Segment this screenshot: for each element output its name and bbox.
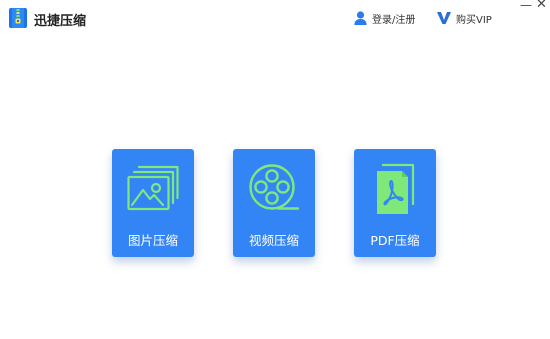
pdf-compress-card[interactable]: PDF压缩 bbox=[354, 149, 436, 257]
user-icon bbox=[354, 11, 367, 25]
buy-vip-link[interactable]: 购买VIP bbox=[437, 9, 492, 27]
image-compress-card[interactable]: 图片压缩 bbox=[112, 149, 194, 257]
vip-v-icon bbox=[437, 12, 451, 24]
minimize-button[interactable]: — bbox=[520, 0, 532, 12]
app-title: 迅捷压缩 bbox=[34, 14, 87, 29]
film-reel-icon bbox=[249, 164, 300, 210]
zip-file-icon bbox=[9, 8, 27, 28]
image-stack-icon bbox=[127, 165, 179, 211]
pdf-file-icon bbox=[377, 163, 415, 214]
buy-vip-label: 购买VIP bbox=[456, 14, 492, 26]
login-register-link[interactable]: 登录/注册 bbox=[354, 9, 415, 27]
video-compress-label: 视频压缩 bbox=[248, 233, 299, 248]
image-compress-label: 图片压缩 bbox=[127, 233, 178, 248]
title-bar: 迅捷压缩 登录/注册 购买VIP — ✕ bbox=[0, 0, 550, 37]
close-button[interactable]: ✕ bbox=[536, 0, 547, 12]
video-compress-card[interactable]: 视频压缩 bbox=[233, 149, 315, 257]
login-register-label: 登录/注册 bbox=[372, 14, 416, 26]
pdf-compress-label: PDF压缩 bbox=[370, 233, 420, 248]
